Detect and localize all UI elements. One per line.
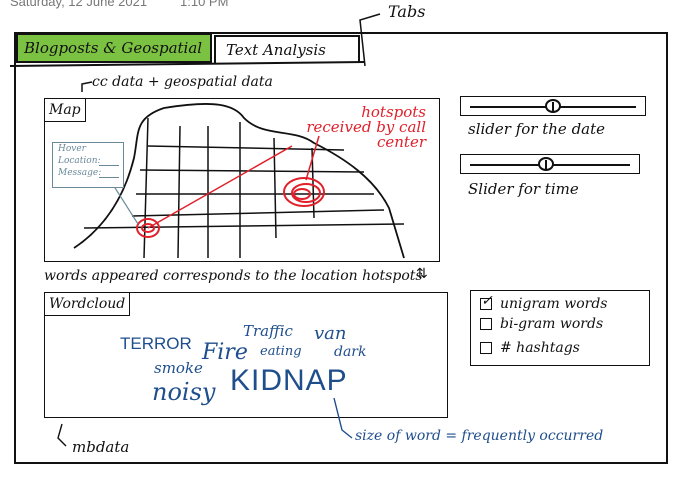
option-unigram[interactable]: unigram words: [480, 293, 608, 312]
option-bigram[interactable]: bi-gram words: [480, 316, 603, 332]
size-of-word-note: size of word = frequently occurred: [355, 428, 604, 444]
size-note-line: [57, 397, 353, 447]
option-hashtags[interactable]: # hashtags: [480, 340, 580, 356]
hashtags-checkbox[interactable]: [480, 342, 492, 354]
unigram-checkbox[interactable]: [480, 293, 493, 310]
mbdata-note: mbdata: [72, 438, 130, 456]
bigram-checkbox[interactable]: [480, 318, 492, 330]
option-label: bi-gram words: [500, 316, 604, 332]
option-label: # hashtags: [500, 340, 580, 356]
option-label: unigram words: [500, 296, 608, 312]
